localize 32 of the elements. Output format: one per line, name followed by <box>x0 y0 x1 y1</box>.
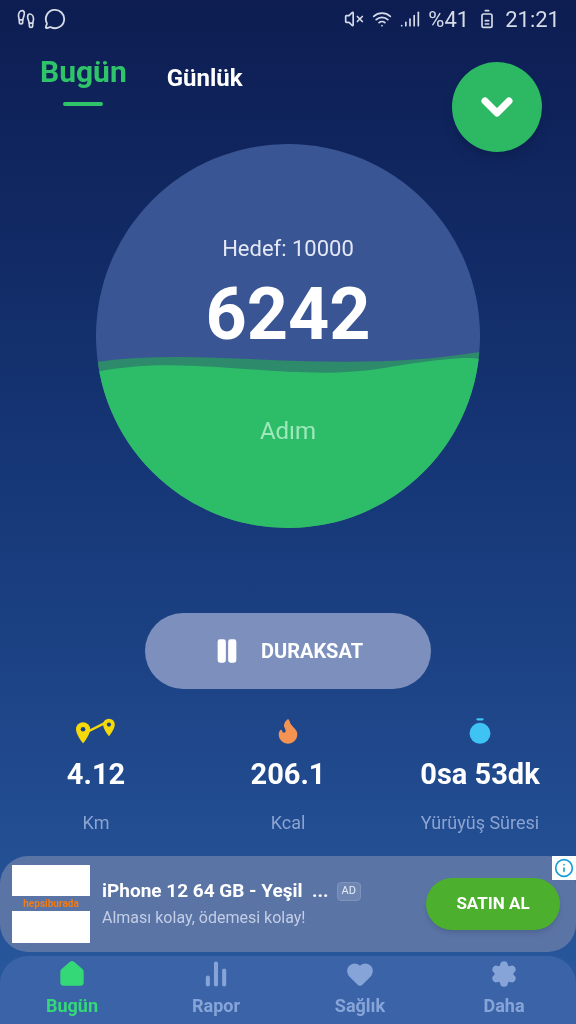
stat-unit: Km <box>82 810 110 835</box>
signal-icon <box>400 9 421 29</box>
ad-badge: AD <box>336 882 361 901</box>
stat-unit: Kcal <box>270 810 306 835</box>
map-pins-icon <box>76 717 116 745</box>
info-icon[interactable] <box>552 855 576 880</box>
chat-icon <box>44 8 66 30</box>
goal-label: Hedef: 10000 <box>222 235 354 263</box>
ad-title: iPhone 12 64 GB - Yeşil ... <box>102 878 329 905</box>
home-icon <box>58 960 86 989</box>
clock: 21:21 <box>505 5 560 34</box>
stat-unit: Yürüyüş Süresi <box>420 810 540 835</box>
mute-icon <box>344 9 365 29</box>
nav-tab[interactable]: Daha <box>432 955 576 1024</box>
tab[interactable]: Günlük <box>166 54 243 112</box>
buy-button[interactable]: SATIN AL <box>426 877 560 930</box>
nav-tab[interactable]: Sağlık <box>288 955 432 1024</box>
stat-value: 0sa 53dk <box>420 756 540 793</box>
pause-button[interactable]: DURAKSAT <box>145 613 431 689</box>
settings-icon <box>490 960 518 989</box>
ad-logo: hepsiburada <box>12 864 90 943</box>
step-unit: Adım <box>259 416 317 447</box>
nav-tab[interactable]: Bugün <box>0 955 144 1024</box>
wifi-icon <box>372 9 393 29</box>
nav-tab[interactable]: Rapor <box>144 955 288 1024</box>
tab[interactable]: Bugün <box>40 54 127 112</box>
ad-subtitle: Alması kolay, ödemesi kolay! <box>102 906 307 929</box>
stat-value: 206.1 <box>250 756 326 793</box>
footprints-icon <box>16 9 36 29</box>
stat-value: 4.12 <box>66 756 126 793</box>
battery-percent: %41 <box>428 5 470 34</box>
step-count: 6242 <box>205 275 371 355</box>
